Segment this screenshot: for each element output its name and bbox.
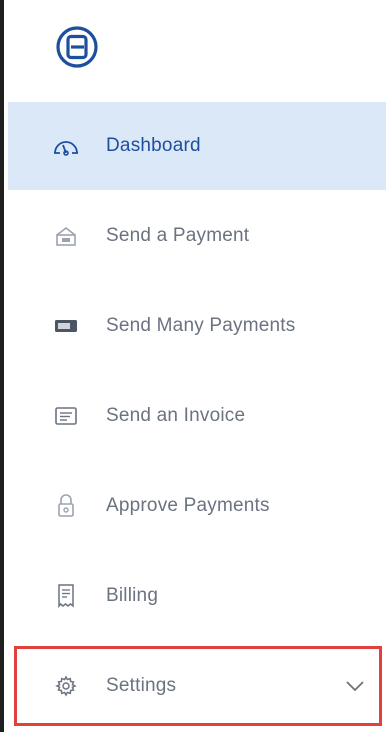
receipt-icon [50, 580, 82, 612]
sidebar-item-label: Billing [106, 585, 159, 606]
send-payment-icon [50, 220, 82, 252]
sidebar-item-label: Send a Payment [106, 225, 250, 246]
card-stack-icon [50, 310, 82, 342]
e-logo-icon[interactable] [54, 24, 100, 70]
sidebar-item-dashboard[interactable]: Dashboard [8, 102, 386, 190]
invoice-icon [50, 400, 82, 432]
sidebar-item-settings[interactable]: Settings [8, 642, 386, 730]
sidebar-item-approve-payments[interactable]: Approve Payments [8, 462, 386, 550]
sidebar-item-label: Dashboard [106, 135, 201, 156]
window-edge [0, 0, 4, 732]
lock-icon [50, 490, 82, 522]
sidebar-item-label: Send an Invoice [106, 405, 246, 426]
sidebar-item-billing[interactable]: Billing [8, 552, 386, 640]
sidebar-item-label: Send Many Payments [106, 315, 296, 336]
gear-icon [50, 670, 82, 702]
sidebar-nav: Dashboard Send a Payment Send Many Payme… [8, 0, 386, 732]
speedometer-icon [50, 130, 82, 162]
sidebar-item-label: Settings [106, 675, 177, 696]
sidebar-item-send-many-payments[interactable]: Send Many Payments [8, 282, 386, 370]
sidebar-item-send-payment[interactable]: Send a Payment [8, 192, 386, 280]
sidebar-item-label: Approve Payments [106, 495, 270, 516]
chevron-down-icon[interactable] [344, 675, 366, 697]
sidebar-item-send-invoice[interactable]: Send an Invoice [8, 372, 386, 460]
